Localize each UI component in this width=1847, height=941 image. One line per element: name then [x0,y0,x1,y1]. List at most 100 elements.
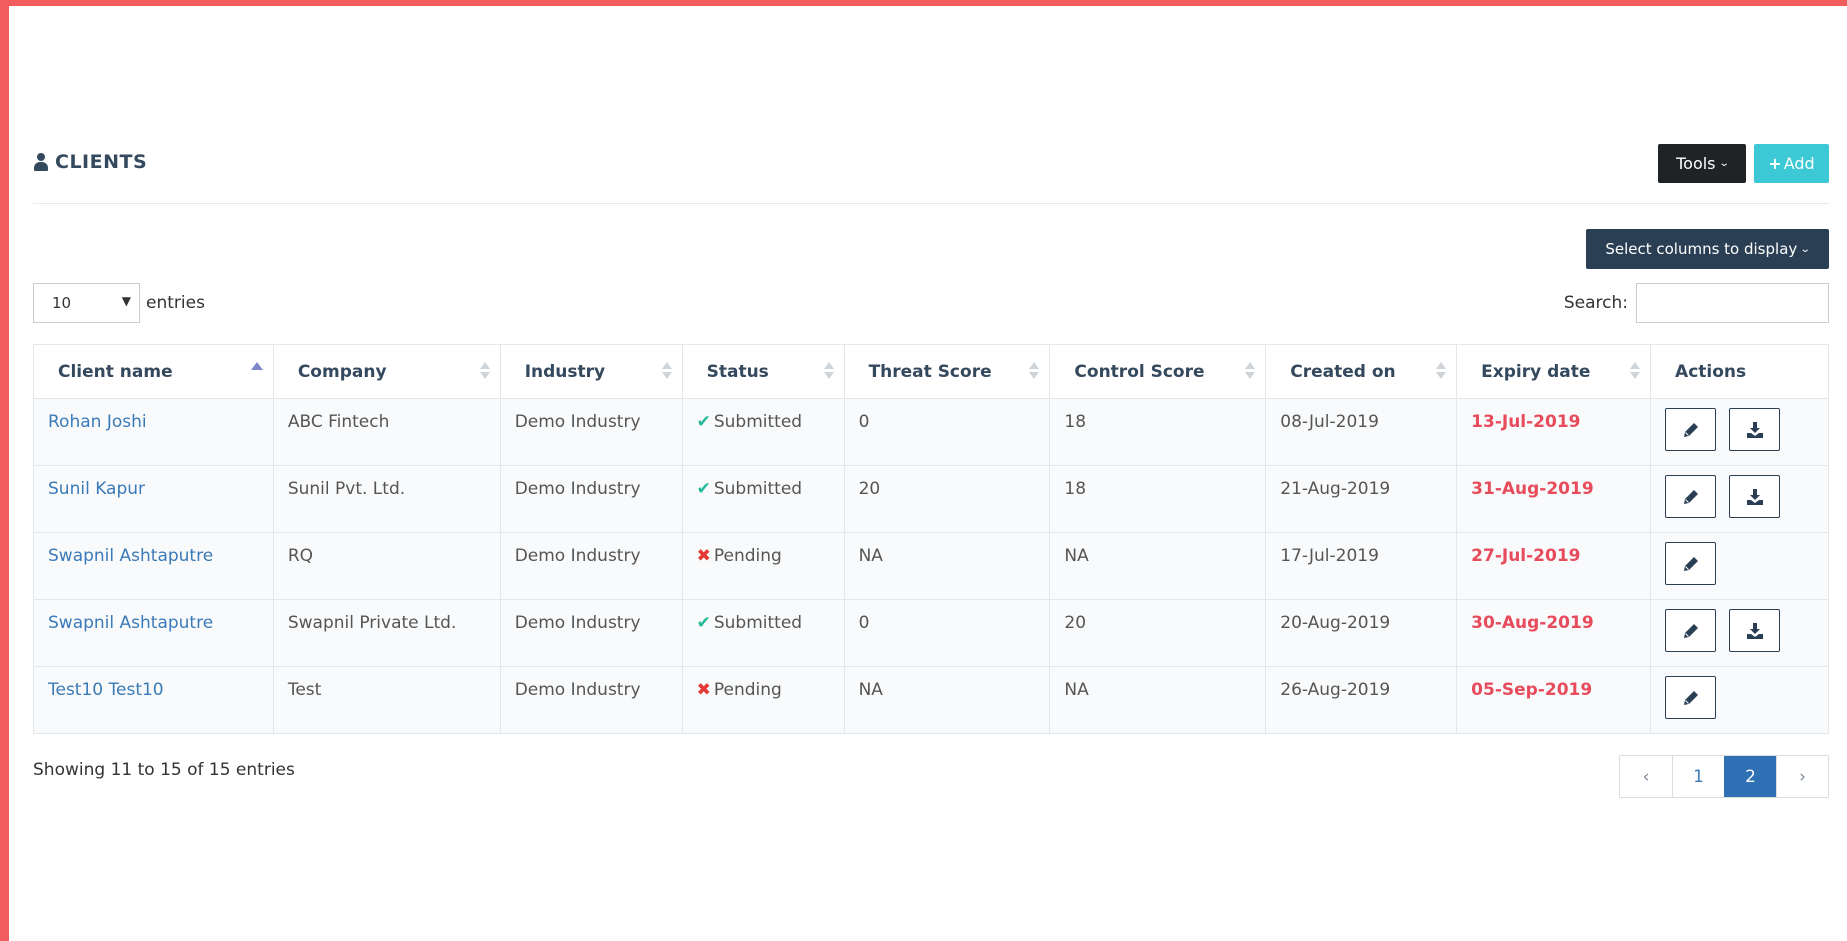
threat-score-cell: 20 [843,465,1051,533]
caret-down-icon: ▼ [121,294,131,308]
actions-cell [1650,398,1829,466]
actions-cell [1650,465,1829,533]
client-link[interactable]: Test10 Test10 [48,680,164,700]
expiry-date: 30-Aug-2019 [1471,613,1594,633]
expiry-date-cell: 13-Jul-2019 [1456,398,1652,466]
search-input[interactable] [1636,283,1829,323]
page-button-1[interactable]: 1 [1672,756,1724,797]
status-text: Pending [713,680,782,700]
plus-icon: + [1768,154,1782,173]
industry-cell: Demo Industry [499,532,683,600]
search-label: Search: [1563,293,1628,313]
column-header-status[interactable]: Status [681,344,845,399]
sort-icon [479,362,490,382]
client-link[interactable]: Swapnil Ashtaputre [48,613,213,633]
check-icon: ✔ [696,412,711,432]
edit-button[interactable] [1665,542,1717,585]
add-label: Add [1783,154,1815,173]
x-icon: ✖ [696,680,711,700]
pencil-icon [1683,623,1698,638]
threat-score-cell: 0 [843,398,1051,466]
created-on-cell: 21-Aug-2019 [1265,465,1458,533]
add-client-button[interactable]: + Add [1754,144,1829,183]
pencil-icon [1683,489,1698,504]
column-header-expiry-date[interactable]: Expiry date [1456,344,1652,399]
table-row: Test10 Test10 Test Demo Industry ✖ Pendin… [33,666,1829,734]
tools-dropdown-button[interactable]: Tools ⌄ [1658,144,1746,183]
page-title-text: CLIENTS [55,151,148,173]
company-cell: Test [272,666,501,734]
column-header-industry[interactable]: Industry [499,344,683,399]
sort-icon [1630,362,1641,382]
download-button[interactable] [1729,609,1781,652]
entries-length-control: 10 ▼ entries [33,283,205,323]
pencil-icon [1683,690,1698,705]
status-cell: ✖ Pending [681,666,845,734]
page-button-2[interactable]: 2 [1724,756,1776,797]
status-text: Submitted [713,613,803,633]
edit-button[interactable] [1665,475,1717,518]
created-on-cell: 26-Aug-2019 [1265,666,1458,734]
check-icon: ✔ [696,613,711,633]
expiry-date: 31-Aug-2019 [1471,479,1594,499]
sort-icon [1245,362,1256,382]
client-link[interactable]: Rohan Joshi [48,412,147,432]
select-columns-button[interactable]: Select columns to display ⌄ [1586,229,1829,269]
client-name-cell: Swapnil Ashtaputre [33,599,274,667]
client-link[interactable]: Swapnil Ashtaputre [48,546,213,566]
control-score-cell: 20 [1049,599,1267,667]
industry-cell: Demo Industry [499,398,683,466]
user-icon [33,153,49,171]
expiry-date-cell: 30-Aug-2019 [1456,599,1652,667]
column-header-threat-score[interactable]: Threat Score [843,344,1051,399]
expiry-date-cell: 27-Jul-2019 [1456,532,1652,600]
industry-cell: Demo Industry [499,666,683,734]
column-header-created-on[interactable]: Created on [1265,344,1458,399]
control-score-cell: 18 [1049,465,1267,533]
status-text: Submitted [713,412,803,432]
status-cell: ✖ Pending [681,532,845,600]
x-icon: ✖ [696,546,711,566]
sort-icon [1436,362,1447,382]
created-on-cell: 20-Aug-2019 [1265,599,1458,667]
status-cell: ✔ Submitted [681,398,845,466]
previous-page-button[interactable]: ‹ [1620,756,1672,797]
download-button[interactable] [1729,475,1781,518]
pencil-icon [1683,422,1698,437]
accent-frame-left [0,0,9,941]
page-header: CLIENTS Tools ⌄ + Add [33,142,1829,204]
industry-cell: Demo Industry [499,599,683,667]
expiry-date: 05-Sep-2019 [1471,680,1593,700]
chevron-down-icon: ⌄ [1718,158,1730,169]
client-name-cell: Sunil Kapur [33,465,274,533]
company-cell: ABC Fintech [272,398,501,466]
edit-button[interactable] [1665,408,1717,451]
select-columns-label: Select columns to display [1605,240,1798,258]
check-icon: ✔ [696,479,711,499]
sort-ascending-icon [250,362,263,370]
download-button[interactable] [1729,408,1781,451]
column-header-client-name[interactable]: Client name [33,344,274,399]
column-header-company[interactable]: Company [272,344,501,399]
next-page-button[interactable]: › [1776,756,1828,797]
tools-label: Tools [1676,154,1716,173]
client-name-cell: Swapnil Ashtaputre [33,532,274,600]
client-link[interactable]: Sunil Kapur [48,479,145,499]
entries-length-select[interactable]: 10 ▼ [33,283,140,323]
status-text: Submitted [713,479,803,499]
expiry-date-cell: 31-Aug-2019 [1456,465,1652,533]
threat-score-cell: NA [843,532,1051,600]
column-header-control-score[interactable]: Control Score [1049,344,1267,399]
edit-button[interactable] [1665,609,1717,652]
control-score-cell: NA [1049,666,1267,734]
company-cell: Sunil Pvt. Ltd. [272,465,501,533]
search-control: Search: [1564,283,1829,323]
edit-button[interactable] [1665,676,1717,719]
company-cell: Swapnil Private Ltd. [272,599,501,667]
table-row: Rohan Joshi ABC Fintech Demo Industry ✔ S… [33,398,1829,466]
download-icon [1746,421,1763,438]
chevron-left-icon: ‹ [1642,766,1650,787]
pagination: ‹ 1 2 › [1619,755,1829,798]
download-icon [1746,488,1763,505]
sort-icon [823,362,834,382]
